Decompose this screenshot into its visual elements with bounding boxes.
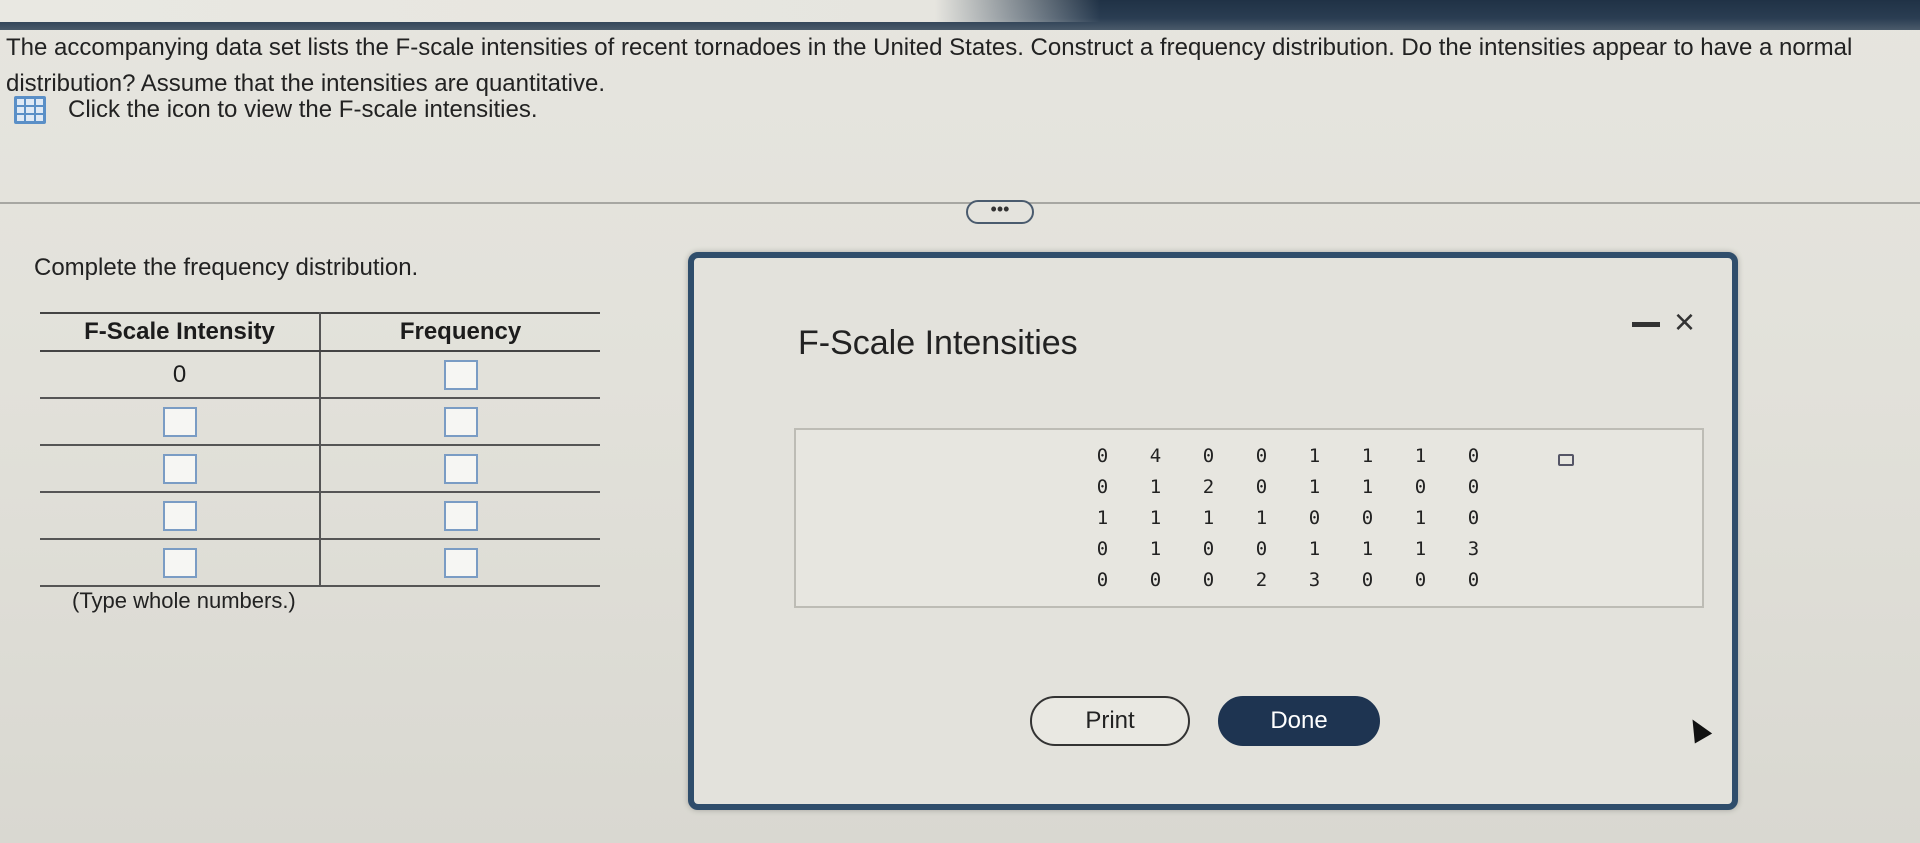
data-value-cell: 0 — [1202, 569, 1215, 591]
data-value-cell: 0 — [1308, 507, 1321, 529]
task-label: Complete the frequency distribution. — [34, 254, 419, 281]
intensity-input[interactable] — [162, 453, 197, 484]
data-value-cell: 0 — [1096, 538, 1109, 560]
header-intensity: F-Scale Intensity — [40, 312, 321, 352]
data-value-cell: 1 — [1414, 507, 1427, 529]
data-value-cell: 1 — [1308, 476, 1321, 498]
data-value-cell: 0 — [1149, 569, 1162, 591]
table-row — [40, 398, 600, 446]
intensity-cell — [40, 445, 321, 493]
data-value-cell: 3 — [1467, 538, 1480, 560]
data-value-cell: 1 — [1414, 445, 1427, 467]
section-divider — [0, 202, 1920, 204]
more-button[interactable]: ••• — [966, 200, 1034, 224]
dialog-title: F-Scale Intensities — [798, 324, 1078, 362]
data-value-cell: 0 — [1361, 569, 1374, 591]
data-value-cell: 3 — [1308, 569, 1321, 591]
data-value-cell: 0 — [1361, 507, 1374, 529]
copy-icon[interactable] — [1558, 454, 1574, 466]
data-value-cell: 1 — [1096, 507, 1109, 529]
data-values: 0 4 0 0 1 1 1 0 0 1 2 0 1 1 0 0 1 1 1 1 0 0 1 0 0 1 0 0 1 1 1 3 0 0 0 2 3 0 0 0 — [1076, 441, 1500, 596]
data-value-cell: 2 — [1255, 569, 1268, 591]
data-value-cell: 0 — [1255, 445, 1268, 467]
data-value-cell: 0 — [1467, 569, 1480, 591]
intensity-input[interactable] — [162, 406, 197, 437]
done-button[interactable]: Done — [1218, 696, 1380, 746]
table-row: 0 — [40, 351, 600, 399]
intensity-cell — [40, 492, 321, 540]
data-value-cell: 1 — [1361, 445, 1374, 467]
data-value-cell: 1 — [1255, 507, 1268, 529]
frequency-cell — [320, 539, 600, 587]
data-value-cell: 0 — [1414, 569, 1427, 591]
data-table: 0 4 0 0 1 1 1 0 0 1 2 0 1 1 0 0 1 1 1 1 0 0 1 0 0 1 0 0 1 1 1 3 0 0 0 2 3 0 0 0 — [794, 428, 1704, 608]
data-value-cell: 1 — [1308, 538, 1321, 560]
data-value-cell: 0 — [1096, 569, 1109, 591]
intensity-cell — [40, 539, 321, 587]
data-value-cell: 0 — [1467, 445, 1480, 467]
minimize-icon[interactable] — [1632, 322, 1660, 327]
data-value-cell: 1 — [1414, 538, 1427, 560]
frequency-input[interactable] — [443, 547, 478, 578]
top-bar-light — [0, 0, 1100, 22]
data-grid-icon[interactable] — [14, 96, 46, 124]
data-value-cell: 0 — [1202, 538, 1215, 560]
table-row — [40, 445, 600, 493]
data-value-cell: 1 — [1149, 507, 1162, 529]
frequency-input[interactable] — [443, 453, 478, 484]
close-icon[interactable]: × — [1674, 304, 1695, 340]
question-text: The accompanying data set lists the F-sc… — [6, 34, 1853, 97]
data-value-cell: 1 — [1361, 476, 1374, 498]
intensity-cell — [40, 398, 321, 446]
data-value-cell: 1 — [1361, 538, 1374, 560]
frequency-cell — [320, 351, 600, 399]
frequency-input[interactable] — [443, 359, 478, 390]
frequency-cell — [320, 492, 600, 540]
frequency-input[interactable] — [443, 500, 478, 531]
frequency-cell — [320, 445, 600, 493]
type-whole-numbers-note: (Type whole numbers.) — [72, 588, 296, 613]
data-value-cell: 0 — [1467, 476, 1480, 498]
intensity-input[interactable] — [162, 547, 197, 578]
data-value-cell: 0 — [1202, 445, 1215, 467]
data-value-cell: 1 — [1308, 445, 1321, 467]
frequency-input[interactable] — [443, 406, 478, 437]
data-value-cell: 0 — [1255, 476, 1268, 498]
header-frequency: Frequency — [320, 312, 600, 352]
data-value-cell: 1 — [1202, 507, 1215, 529]
intensity-input[interactable] — [162, 500, 197, 531]
f-scale-dialog: F-Scale Intensities × 0 4 0 0 1 1 1 0 0 1 2 0 1 1 0 0 1 1… — [688, 252, 1738, 810]
data-value-cell: 0 — [1255, 538, 1268, 560]
data-value-cell: 0 — [1414, 476, 1427, 498]
print-button[interactable]: Print — [1030, 696, 1190, 746]
frequency-cell — [320, 398, 600, 446]
data-value-cell: 2 — [1202, 476, 1215, 498]
hint-row: Click the icon to view the F-scale inten… — [14, 96, 538, 124]
data-value-cell: 0 — [1096, 476, 1109, 498]
intensity-cell: 0 — [40, 351, 321, 399]
data-value-cell: 0 — [1467, 507, 1480, 529]
table-row — [40, 492, 600, 540]
data-value-cell: 0 — [1096, 445, 1109, 467]
table-row — [40, 539, 600, 587]
data-value-cell: 4 — [1149, 445, 1162, 467]
data-value-cell: 1 — [1149, 538, 1162, 560]
data-value-cell: 1 — [1149, 476, 1162, 498]
frequency-table: F-Scale Intensity Frequency 0 — [40, 312, 600, 587]
hint-text: Click the icon to view the F-scale inten… — [68, 96, 538, 123]
